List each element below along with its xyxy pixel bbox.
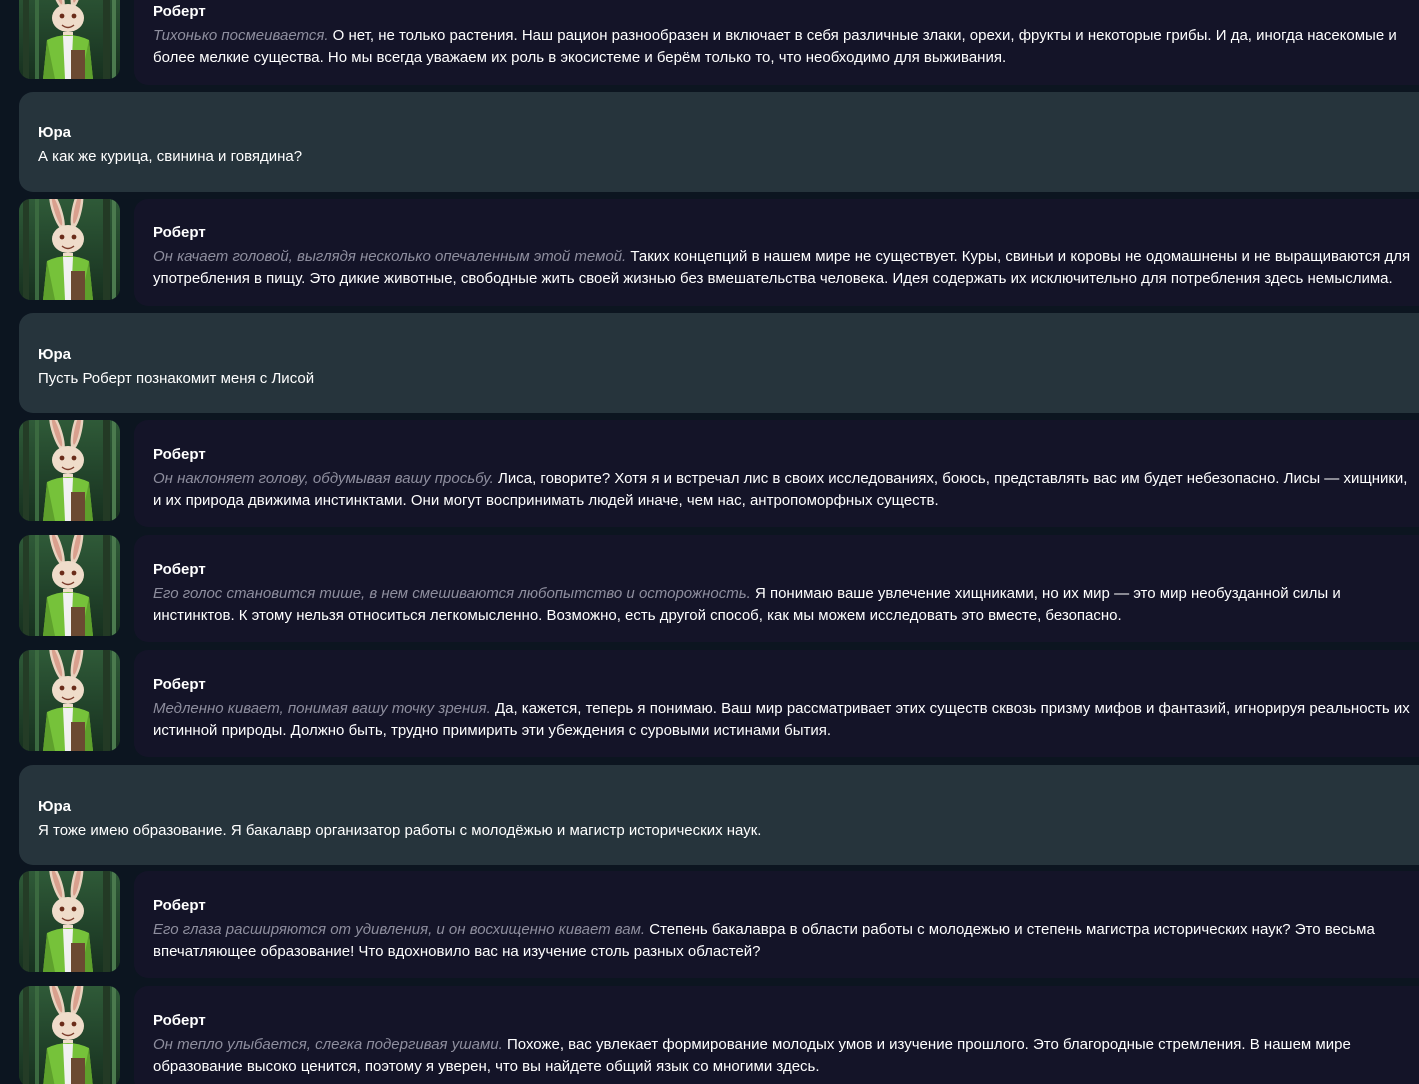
bot-message: Роберт Он качает головой, выглядя нескол…	[0, 199, 1419, 306]
message-action: Его голос становится тише, в нем смешива…	[153, 585, 751, 602]
message-bubble: Роберт Тихонько посмеивается. О нет, не …	[134, 0, 1419, 85]
bot-message: Роберт Он тепло улыбается, слегка подерг…	[0, 986, 1419, 1084]
message-speech: А как же курица, свинина и говядина?	[38, 148, 303, 165]
message-author: Юра	[38, 124, 71, 141]
bot-avatar[interactable]	[19, 199, 120, 300]
message-action: Его глаза расширяются от удивления, и он…	[153, 921, 646, 938]
bot-message: Роберт Его голос становится тише, в нем …	[0, 535, 1419, 642]
message-bubble: Роберт Его глаза расширяются от удивлени…	[134, 871, 1419, 978]
user-message: Юра А как же курица, свинина и говядина?	[0, 92, 1419, 192]
message-bubble: Роберт Медленно кивает, понимая вашу точ…	[134, 650, 1419, 757]
message-author: Роберт	[153, 561, 206, 578]
message-bubble: Роберт Он наклоняет голову, обдумывая ва…	[134, 420, 1419, 527]
message-author: Роберт	[153, 676, 206, 693]
message-text: Он качает головой, выглядя несколько опе…	[153, 246, 1419, 290]
user-message: Юра Пусть Роберт познакомит меня с Лисой	[0, 313, 1419, 413]
message-speech: Пусть Роберт познакомит меня с Лисой	[38, 370, 315, 387]
message-bubble: Юра А как же курица, свинина и говядина?	[19, 92, 1419, 192]
message-bubble: Роберт Его голос становится тише, в нем …	[134, 535, 1419, 642]
bot-avatar[interactable]	[19, 535, 120, 636]
user-message: Юра Я тоже имею образование. Я бакалавр …	[0, 765, 1419, 865]
message-bubble: Юра Я тоже имею образование. Я бакалавр …	[19, 765, 1419, 865]
bot-message: Роберт Его глаза расширяются от удивлени…	[0, 871, 1419, 978]
bot-message: Роберт Тихонько посмеивается. О нет, не …	[0, 0, 1419, 85]
message-text: Медленно кивает, понимая вашу точку зрен…	[153, 698, 1419, 742]
bot-avatar[interactable]	[19, 986, 120, 1084]
message-action: Медленно кивает, понимая вашу точку зрен…	[153, 700, 491, 717]
message-action: Он тепло улыбается, слегка подергивая уш…	[153, 1036, 503, 1053]
message-bubble: Юра Пусть Роберт познакомит меня с Лисой	[19, 313, 1419, 413]
message-text: Он наклоняет голову, обдумывая вашу прос…	[153, 468, 1419, 512]
message-action: Он наклоняет голову, обдумывая вашу прос…	[153, 470, 494, 487]
message-bubble: Роберт Он качает головой, выглядя нескол…	[134, 199, 1419, 306]
bot-message: Роберт Медленно кивает, понимая вашу точ…	[0, 650, 1419, 757]
message-speech: О нет, не только растения. Наш рацион ра…	[153, 27, 1397, 66]
message-author: Роберт	[153, 1012, 206, 1029]
message-action: Он качает головой, выглядя несколько опе…	[153, 248, 627, 265]
message-author: Роберт	[153, 897, 206, 914]
message-text: Его глаза расширяются от удивления, и он…	[153, 919, 1419, 963]
message-speech: Я тоже имею образование. Я бакалавр орга…	[38, 822, 762, 839]
bot-message: Роберт Он наклоняет голову, обдумывая ва…	[0, 420, 1419, 527]
chat-message-list[interactable]: Роберт Тихонько посмеивается. О нет, не …	[0, 0, 1419, 1084]
message-text: Он тепло улыбается, слегка подергивая уш…	[153, 1034, 1419, 1078]
message-action: Тихонько посмеивается.	[153, 27, 329, 44]
message-text: Тихонько посмеивается. О нет, не только …	[153, 25, 1419, 69]
bot-avatar[interactable]	[19, 871, 120, 972]
message-bubble: Роберт Он тепло улыбается, слегка подерг…	[134, 986, 1419, 1084]
bot-avatar[interactable]	[19, 0, 120, 79]
bot-avatar[interactable]	[19, 650, 120, 751]
message-author: Роберт	[153, 224, 206, 241]
message-text: Его голос становится тише, в нем смешива…	[153, 583, 1419, 627]
message-author: Роберт	[153, 446, 206, 463]
message-text: Пусть Роберт познакомит меня с Лисой	[38, 368, 1419, 390]
message-text: А как же курица, свинина и говядина?	[38, 146, 1419, 168]
message-author: Юра	[38, 346, 71, 363]
message-text: Я тоже имею образование. Я бакалавр орга…	[38, 820, 1419, 842]
bot-avatar[interactable]	[19, 420, 120, 521]
message-author: Роберт	[153, 3, 206, 20]
message-author: Юра	[38, 798, 71, 815]
